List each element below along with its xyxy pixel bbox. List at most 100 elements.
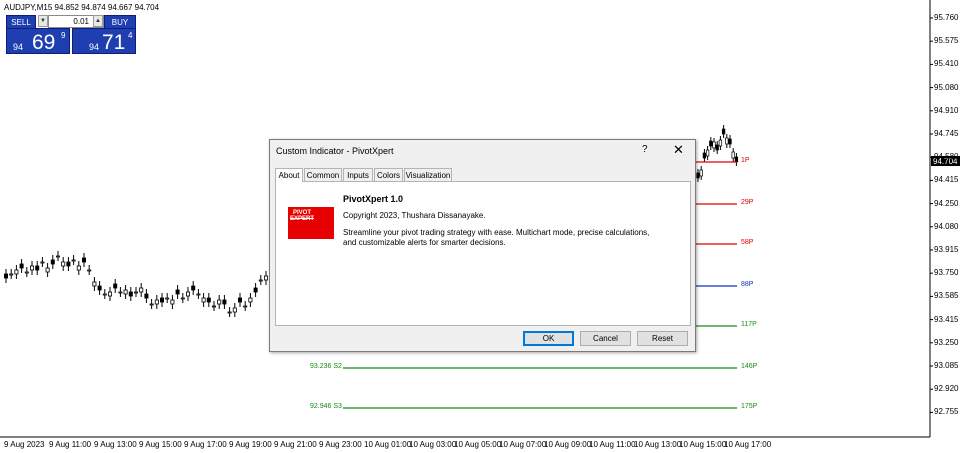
custom-indicator-dialog: Custom Indicator - PivotXpert ? ✕ About …: [269, 139, 696, 352]
candle-body: [696, 172, 700, 179]
candle-body: [50, 259, 55, 265]
candle-body: [196, 293, 201, 296]
tab-colors[interactable]: Colors: [374, 168, 403, 181]
candle-body: [734, 156, 739, 163]
candle-body: [29, 265, 34, 271]
price-axis-label: 93.085: [934, 361, 959, 370]
price-axis-label: 94.415: [934, 175, 959, 185]
candle-body: [731, 151, 735, 159]
candle-body: [728, 138, 732, 145]
candle-body: [92, 281, 97, 287]
price-axis-label: 93.415: [934, 314, 959, 324]
sell-price-point: 9: [61, 31, 66, 40]
close-icon[interactable]: ✕: [673, 142, 684, 158]
candle-body: [232, 307, 237, 313]
price-axis-label: 95.575: [934, 36, 959, 46]
price-axis-label: 92.755: [934, 407, 959, 417]
candle-body: [165, 297, 170, 300]
time-axis-label: 9 Aug 15:00: [139, 440, 182, 449]
time-axis-label: 10 Aug 15:00: [679, 440, 727, 449]
candle-body: [175, 289, 180, 295]
pivot-level-pips: 29P: [741, 199, 754, 206]
candle-body: [170, 299, 175, 305]
candle-body: [715, 144, 719, 151]
candle-body: [24, 271, 29, 274]
sell-price-prefix: 94: [13, 42, 24, 52]
candle-body: [139, 287, 144, 293]
candle-body: [108, 291, 113, 297]
candle-body: [211, 305, 216, 308]
ok-button[interactable]: OK: [523, 331, 574, 346]
tab-inputs[interactable]: Inputs: [343, 168, 373, 181]
pivot-level-pips: 1P: [741, 157, 750, 164]
reset-button[interactable]: Reset: [637, 331, 688, 346]
candle-body: [253, 287, 258, 293]
candle-body: [19, 263, 24, 269]
time-axis-label: 10 Aug 01:00: [364, 440, 412, 449]
price-axis-label: 94.080: [934, 221, 959, 231]
buy-button[interactable]: BUY: [104, 15, 136, 29]
time-axis-label: 10 Aug 03:00: [409, 440, 457, 449]
candle-body: [725, 137, 729, 145]
price-axis-label: 93.750: [934, 268, 959, 278]
candle-body: [133, 291, 138, 294]
candle-body: [71, 259, 76, 262]
candle-body: [123, 289, 128, 295]
help-button[interactable]: ?: [642, 144, 648, 155]
sell-price-button[interactable]: 94 69 9: [6, 28, 70, 54]
tab-about[interactable]: About: [275, 168, 303, 182]
price-axis-label: 94.745: [934, 129, 959, 138]
candle-body: [35, 265, 40, 271]
candle-body: [149, 303, 154, 306]
candle-body: [128, 291, 133, 297]
candle-body: [56, 255, 61, 258]
candle-body: [61, 261, 66, 267]
price-axis-label: 93.915: [934, 245, 959, 254]
sell-price-main: 69: [32, 31, 56, 54]
candle-body: [40, 261, 45, 264]
about-title: PivotXpert 1.0: [343, 194, 404, 204]
candle-body: [97, 285, 102, 291]
candle-body: [709, 140, 713, 147]
candle-body: [9, 273, 14, 276]
buy-price-prefix: 94: [89, 42, 100, 52]
sell-button[interactable]: SELL: [6, 15, 36, 29]
candle-body: [191, 285, 196, 291]
price-axis-label: 93.250: [934, 337, 959, 347]
tab-visualization[interactable]: Visualization: [404, 168, 452, 181]
tab-common[interactable]: Common: [304, 168, 342, 181]
buy-price-main: 71: [102, 31, 126, 54]
cancel-button[interactable]: Cancel: [580, 331, 631, 346]
candle-body: [705, 149, 710, 157]
price-axis-label: 95.080: [934, 82, 959, 92]
candle-body: [222, 299, 227, 305]
candle-body: [712, 141, 716, 149]
candle-body: [718, 139, 723, 147]
time-axis-label: 10 Aug 13:00: [634, 440, 682, 449]
candle-body: [180, 297, 185, 300]
candle-body: [87, 269, 92, 272]
lot-decrease-button[interactable]: ▼: [38, 15, 48, 27]
candle-body: [201, 297, 206, 303]
candle-body: [82, 257, 87, 263]
about-copyright: Copyright 2023, Thushara Dissanayake.: [343, 211, 486, 220]
candle-body: [185, 291, 190, 297]
time-axis-label: 9 Aug 17:00: [184, 440, 227, 449]
time-axis-label: 10 Aug 09:00: [544, 440, 592, 449]
pivot-level-pips: 58P: [741, 239, 754, 246]
candle-body: [263, 275, 268, 281]
time-axis-label: 9 Aug 11:00: [49, 440, 92, 449]
price-axis-label: 92.920: [934, 384, 959, 394]
buy-price-button[interactable]: 94 71 4: [72, 28, 136, 54]
pivot-level-pips: 88P: [741, 281, 754, 288]
price-axis-label: 94.910: [934, 105, 959, 115]
lot-increase-button[interactable]: ▲: [93, 15, 103, 27]
dialog-title: Custom Indicator - PivotXpert: [276, 146, 394, 156]
pivotxpert-logo: PIVOT EXPERT: [288, 207, 334, 239]
candle-body: [4, 273, 9, 279]
pivot-level-pips: 146P: [741, 363, 758, 370]
candle-body: [14, 269, 19, 275]
pivot-level-name: 93.236 S2: [310, 363, 342, 370]
candle-body: [237, 297, 242, 303]
candle-body: [76, 265, 81, 271]
